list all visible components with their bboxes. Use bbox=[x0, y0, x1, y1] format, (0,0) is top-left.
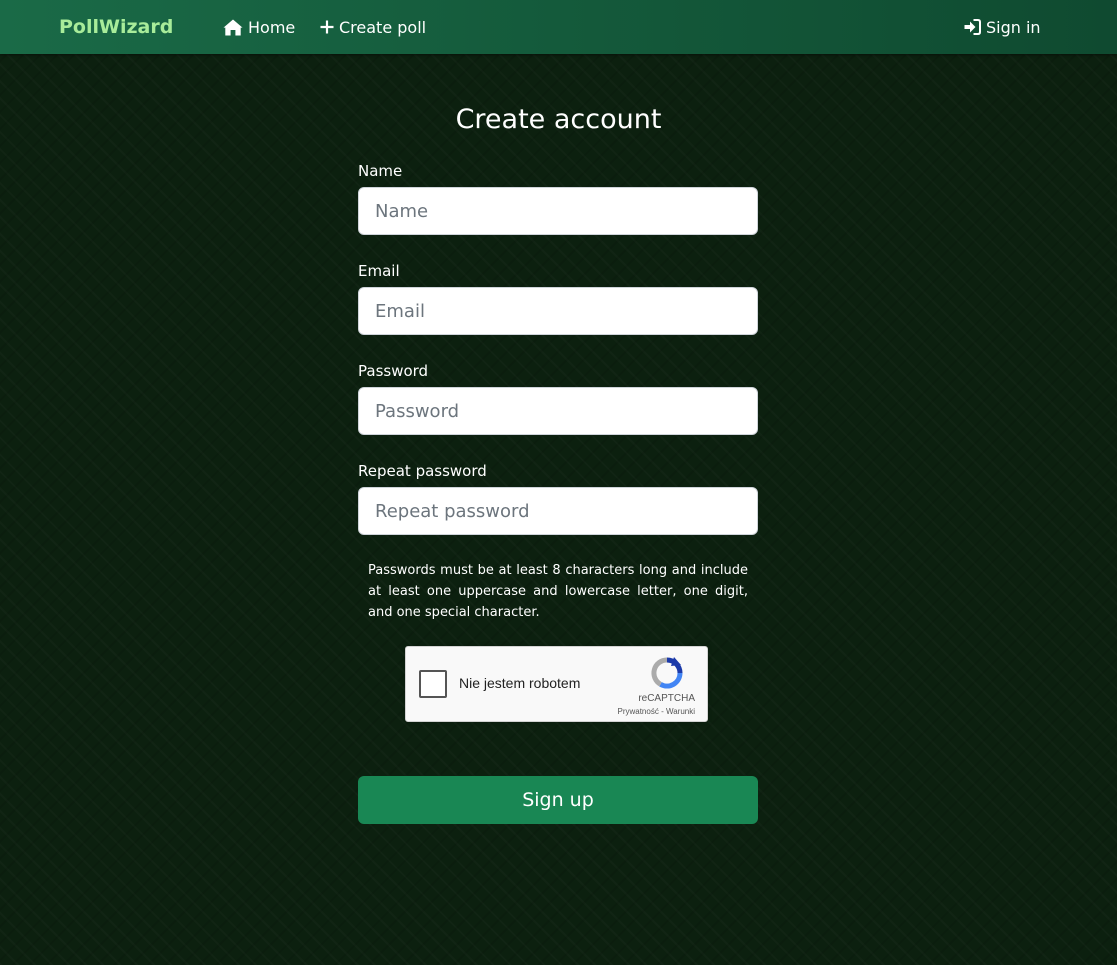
brand-logo[interactable]: PollWizard bbox=[59, 14, 173, 40]
email-input[interactable] bbox=[358, 287, 758, 335]
recaptcha-label: Nie jestem robotem bbox=[459, 675, 581, 691]
recaptcha-link-separator: - bbox=[658, 707, 666, 716]
nav-sign-in-label: Sign in bbox=[986, 17, 1041, 37]
recaptcha-terms-link[interactable]: Warunki bbox=[666, 707, 695, 716]
home-icon bbox=[223, 19, 243, 35]
sign-in-icon bbox=[964, 19, 981, 35]
sign-up-button[interactable]: Sign up bbox=[358, 776, 758, 824]
nav-home[interactable]: Home bbox=[223, 14, 295, 40]
recaptcha-privacy-link[interactable]: Prywatność bbox=[617, 707, 658, 716]
nav-home-label: Home bbox=[248, 17, 296, 37]
recaptcha-widget: Nie jestem robotem reCAPTCHA Prywatność … bbox=[405, 646, 708, 722]
recaptcha-links: Prywatność - Warunki bbox=[617, 707, 695, 716]
password-label: Password bbox=[358, 362, 429, 380]
repeat-password-label: Repeat password bbox=[358, 462, 487, 480]
recaptcha-checkbox[interactable] bbox=[419, 670, 447, 698]
name-input[interactable] bbox=[358, 187, 758, 235]
recaptcha-logo-icon bbox=[651, 657, 683, 689]
page-title: Create account bbox=[455, 104, 662, 135]
recaptcha-brand: reCAPTCHA bbox=[638, 693, 695, 704]
nav-create-poll[interactable]: Create poll bbox=[320, 14, 426, 40]
password-input[interactable] bbox=[358, 387, 758, 435]
name-label: Name bbox=[358, 162, 403, 180]
nav-create-poll-label: Create poll bbox=[339, 17, 427, 37]
password-hint: Passwords must be at least 8 characters … bbox=[368, 563, 748, 620]
repeat-password-input[interactable] bbox=[358, 487, 758, 535]
plus-icon bbox=[320, 20, 334, 34]
nav-sign-in[interactable]: Sign in bbox=[964, 14, 1041, 40]
email-label: Email bbox=[358, 262, 400, 280]
navbar: PollWizard Home Create poll Sign in bbox=[0, 0, 1117, 54]
